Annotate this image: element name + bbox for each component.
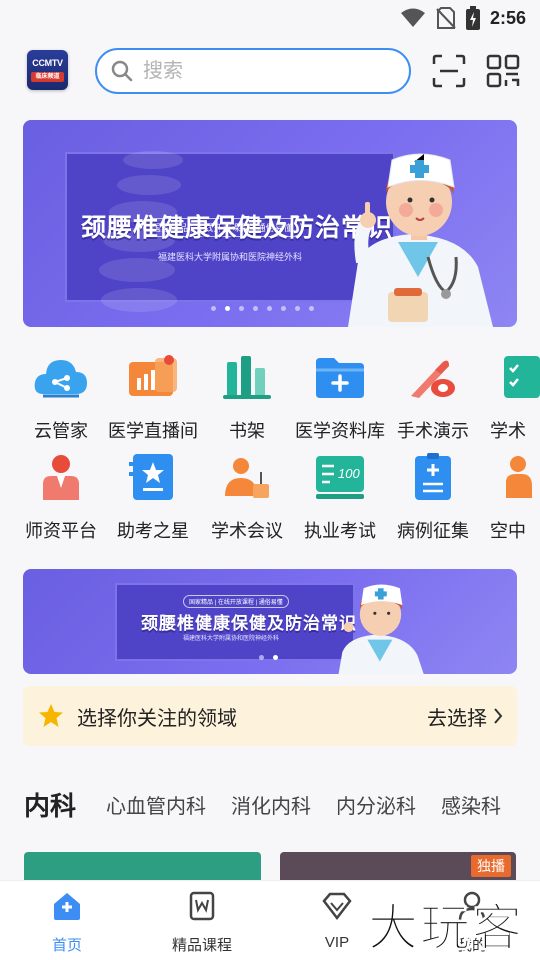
nurse-illustration <box>338 584 424 674</box>
app-logo[interactable]: CCMTV 临床频道 <box>27 50 68 90</box>
grid-item-bookshelf[interactable]: 书架 <box>199 352 295 443</box>
scan-icon[interactable] <box>432 54 466 88</box>
grid-label: 学术会议 <box>211 521 283 541</box>
banner-subtitle: 福建医科大学附属协和医院神经外科 <box>158 252 303 262</box>
exam-board-icon: 100 <box>316 456 364 499</box>
chevron-right-icon <box>494 708 503 724</box>
grid-item-medical-database[interactable]: 医学资料库 <box>292 352 388 443</box>
banner-dot[interactable] <box>309 306 314 311</box>
grid-item-teacher-platform[interactable]: 师资平台 <box>13 452 109 543</box>
grid-label: 医学资料库 <box>295 421 385 441</box>
course-icon <box>189 891 215 921</box>
grid-label: 病例征集 <box>397 521 469 541</box>
scalpel-icon <box>411 360 455 398</box>
grid-item-academic[interactable]: 学术 <box>478 352 540 443</box>
nav-home[interactable]: 首页 <box>17 889 117 955</box>
course-cards: 独播 <box>0 852 540 882</box>
course-card[interactable] <box>24 852 261 882</box>
battery-icon <box>465 6 480 30</box>
secondary-banner[interactable]: 国家精品 | 在线开放课程 | 通俗易懂 颈腰椎健康保健及防治常识 福建医科大学… <box>23 569 517 674</box>
grid-item-air[interactable]: 空中 <box>478 452 540 543</box>
banner-dot[interactable] <box>281 306 286 311</box>
tab-endocrinology[interactable]: 内分泌科 <box>336 790 416 819</box>
select-field-prompt[interactable]: 选择你关注的领域 去选择 <box>23 686 517 746</box>
tab-cardiology[interactable]: 心血管内科 <box>106 790 206 819</box>
conference-icon <box>225 458 269 498</box>
home-icon <box>54 893 80 920</box>
search-icon <box>111 60 133 82</box>
tab-gastroenterology[interactable]: 消化内科 <box>231 790 311 819</box>
header: CCMTV 临床频道 <box>0 44 540 98</box>
grid-label: 空中 <box>490 521 526 541</box>
banner-dot[interactable] <box>239 306 244 311</box>
star-card-icon <box>129 454 173 500</box>
grid-label: 助考之星 <box>117 521 189 541</box>
tab-infectious-disease[interactable]: 感染科 <box>441 790 501 819</box>
nav-label: 精品课程 <box>171 937 232 954</box>
live-icon <box>129 355 177 396</box>
cloud-icon <box>34 360 87 398</box>
status-bar: 2:56 <box>0 0 540 36</box>
search-input[interactable] <box>143 59 383 83</box>
bookshelf-icon <box>223 356 271 399</box>
grid-item-license-exam[interactable]: 100 执业考试 <box>292 452 388 543</box>
logo-line1: CCMTV <box>32 58 63 68</box>
prompt-text: 选择你关注的领域 <box>77 707 237 730</box>
qr-code-icon[interactable] <box>486 54 520 88</box>
nav-courses[interactable]: 精品课程 <box>152 889 252 955</box>
banner2-dot[interactable] <box>259 655 264 660</box>
no-sim-icon <box>436 7 456 29</box>
teacher-icon <box>43 455 79 500</box>
svg-text:100: 100 <box>338 466 360 481</box>
banner-dot[interactable] <box>211 306 216 311</box>
banner-dots <box>211 306 314 311</box>
banner2-subtitle: 福建医科大学附属协和医院神经外科 <box>183 636 280 642</box>
grid-label: 师资平台 <box>25 521 97 541</box>
department-tabs: 内科 心血管内科 消化内科 内分泌科 感染科 <box>24 782 540 826</box>
prompt-action-label: 去选择 <box>427 707 487 730</box>
clipboard-icon <box>415 453 451 500</box>
banner-dot[interactable] <box>295 306 300 311</box>
grid-label: 学术 <box>490 421 526 441</box>
prompt-action[interactable]: 去选择 <box>427 702 503 731</box>
watermark: 大玩客 <box>368 898 524 958</box>
banner2-dot-active[interactable] <box>273 655 278 660</box>
grid-label: 执业考试 <box>304 521 376 541</box>
grid-label: 手术演示 <box>397 421 469 441</box>
star-icon <box>39 704 63 727</box>
grid-label: 云管家 <box>34 421 88 441</box>
grid-item-surgery-demo[interactable]: 手术演示 <box>385 352 481 443</box>
banner2-dots <box>259 655 278 660</box>
grid-item-medical-live[interactable]: 医学直播间 <box>105 352 201 443</box>
grid-label: 书架 <box>229 421 265 441</box>
main-banner[interactable]: 国家精品 | 在线开放课程 | 通俗易懂 颈腰椎健康保健及防治常识 福建医科大学… <box>23 120 517 327</box>
nurse-illustration <box>348 153 493 327</box>
wifi-icon <box>400 8 425 27</box>
course-card[interactable]: 独播 <box>280 852 516 882</box>
tab-internal-medicine[interactable]: 内科 <box>24 786 76 823</box>
grid-item-exam-star[interactable]: 助考之星 <box>105 452 201 543</box>
nav-label: 首页 <box>51 937 82 954</box>
person-icon <box>506 456 532 498</box>
status-time: 2:56 <box>489 7 526 28</box>
grid-label: 医学直播间 <box>108 421 198 441</box>
grid-item-cloud-manager[interactable]: 云管家 <box>13 352 109 443</box>
banner-dot-active[interactable] <box>225 306 230 311</box>
diamond-icon <box>322 892 352 921</box>
folder-icon <box>316 358 364 398</box>
checklist-icon <box>504 356 540 398</box>
logo-line2: 临床频道 <box>31 72 64 82</box>
banner-dot[interactable] <box>253 306 258 311</box>
search-box[interactable] <box>95 48 411 94</box>
banner2-tag: 国家精品 | 在线开放课程 | 通俗易懂 <box>183 595 289 608</box>
banner-dot[interactable] <box>267 306 272 311</box>
exclusive-badge: 独播 <box>471 855 511 877</box>
grid-item-academic-conference[interactable]: 学术会议 <box>199 452 295 543</box>
grid-item-case-collection[interactable]: 病例征集 <box>385 452 481 543</box>
